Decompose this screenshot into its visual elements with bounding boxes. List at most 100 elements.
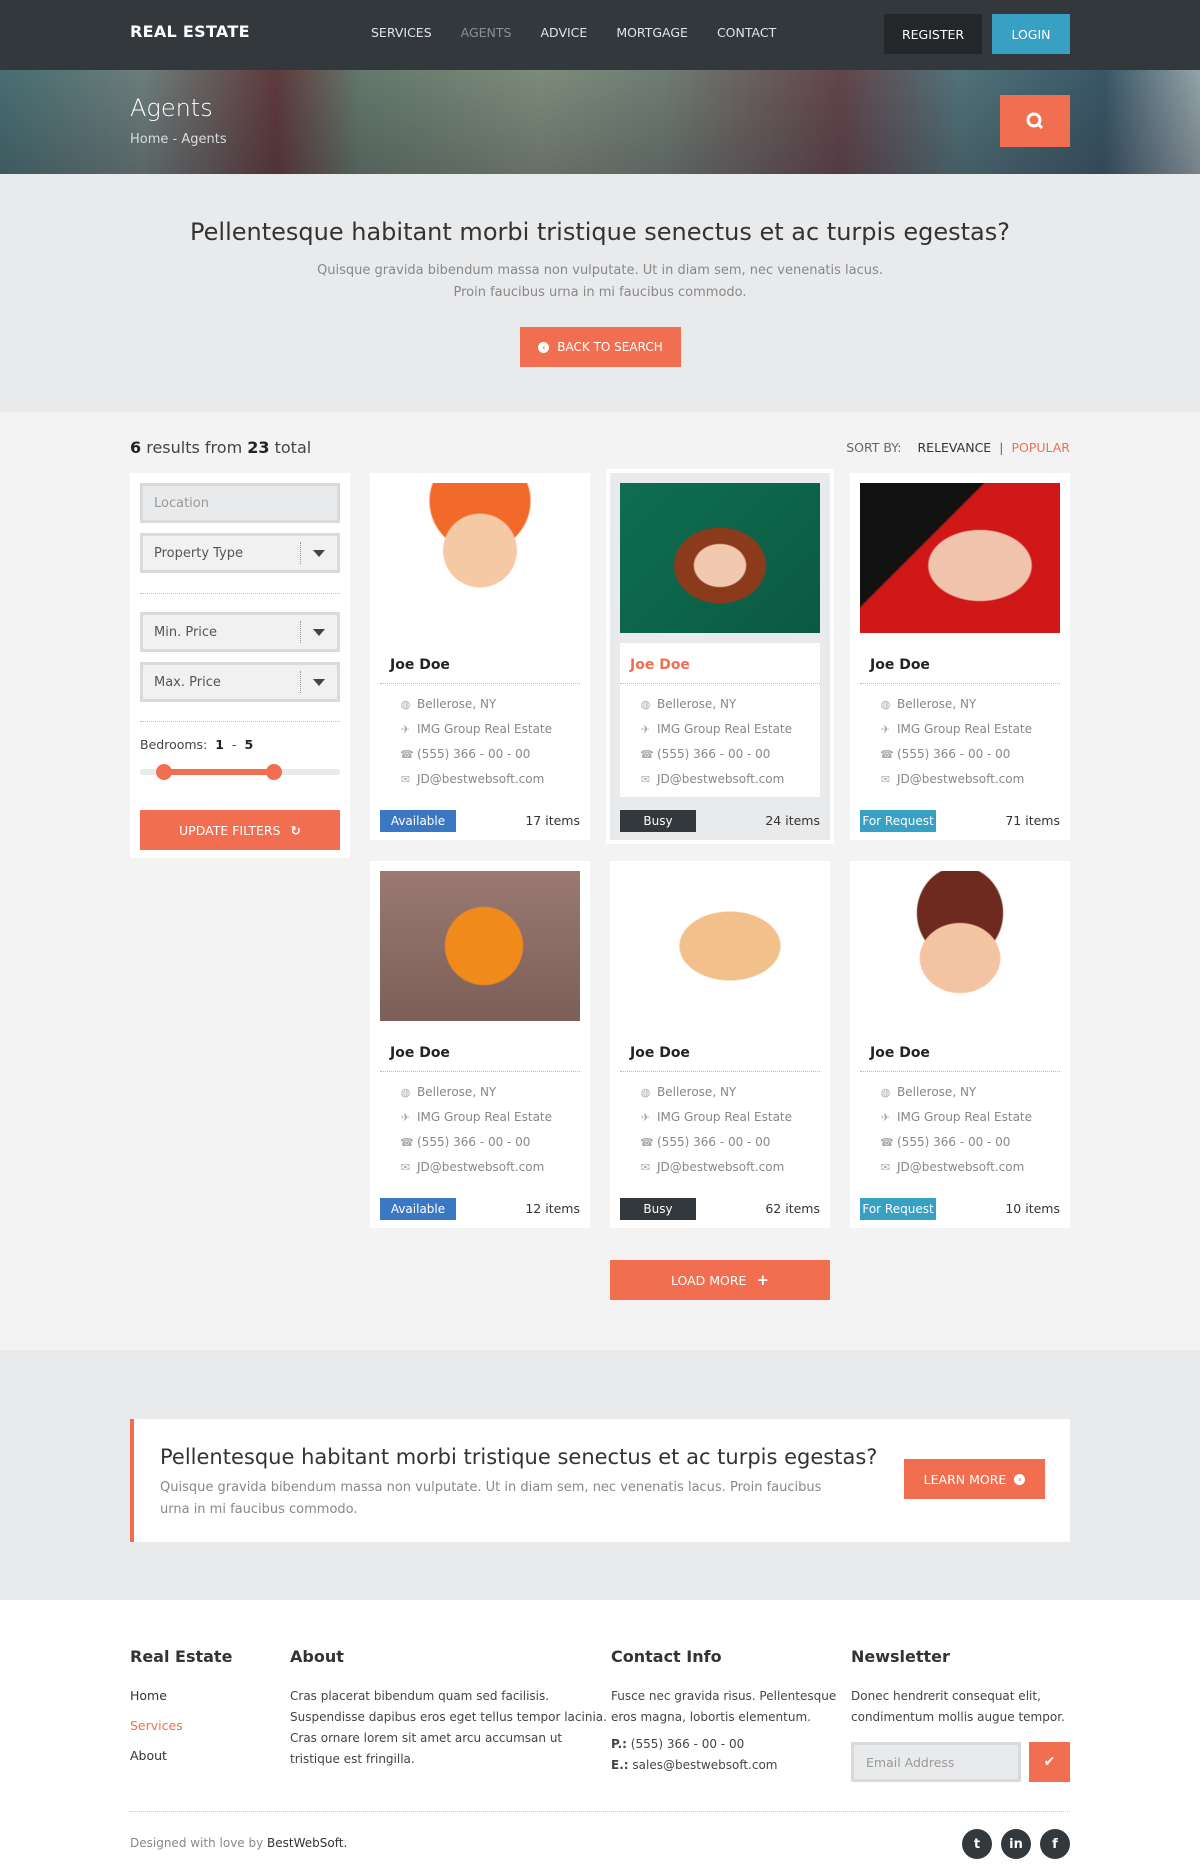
agent-company: ✈ IMG Group Real Estate [400, 722, 552, 736]
learn-more-button[interactable]: LEARN MORE › [904, 1459, 1045, 1499]
load-more-button[interactable]: LOAD MORE + [610, 1260, 830, 1300]
agent-location: ◍ Bellerose, NY [640, 1085, 737, 1099]
credit-prefix: Designed with love by [130, 1836, 264, 1850]
agent-email-text[interactable]: JD@bestwebsoft.com [417, 1160, 544, 1174]
nav-agents[interactable]: AGENTS [461, 25, 512, 40]
text-line: Cras ornare lorem sit amet arcu accumsan… [290, 1731, 563, 1745]
nav-mortgage[interactable]: MORTGAGE [616, 25, 688, 40]
nav-contact[interactable]: CONTACT [717, 25, 776, 40]
agent-phone: ☎ (555) 366 - 00 - 00 [880, 747, 1010, 761]
bedrooms-slider-min-handle[interactable] [156, 764, 172, 780]
agent-info: Joe Doe ◍ Bellerose, NY ✈ IMG Group Real E… [380, 1031, 580, 1185]
globe-icon: ◍ [880, 697, 891, 711]
agent-card[interactable]: Joe Doe ◍ Bellerose, NY ✈ IMG Group Real E… [610, 473, 830, 840]
agent-photo[interactable] [860, 483, 1060, 633]
agent-photo[interactable] [380, 483, 580, 633]
newsletter-submit-button[interactable]: ✔ [1029, 1742, 1070, 1782]
footer-link-about[interactable]: About [130, 1748, 167, 1763]
bedrooms-slider-range [164, 769, 274, 775]
agent-name[interactable]: Joe Doe [870, 1045, 930, 1061]
agent-photo[interactable] [380, 871, 580, 1021]
agent-card[interactable]: Joe Doe ◍ Bellerose, NY ✈ IMG Group Real E… [370, 861, 590, 1228]
footer-link-services[interactable]: Services [130, 1718, 183, 1733]
back-to-search-button[interactable]: ‹ BACK TO SEARCH [520, 327, 681, 367]
twitter-icon: t [973, 1836, 981, 1852]
agent-phone-text: (555) 366 - 00 - 00 [897, 747, 1011, 761]
breadcrumb[interactable]: Home - Agents [130, 132, 227, 147]
pin-icon: ✈ [880, 1110, 891, 1124]
agent-location: ◍ Bellerose, NY [400, 697, 497, 711]
agent-photo[interactable] [620, 483, 820, 633]
listing-count: 10 items [1005, 1201, 1060, 1216]
location-input[interactable]: Location [140, 483, 340, 523]
plus-icon: + [756, 1271, 770, 1289]
agent-email-text[interactable]: JD@bestwebsoft.com [657, 772, 784, 786]
agent-company-text: IMG Group Real Estate [897, 1110, 1033, 1124]
nav-services[interactable]: SERVICES [371, 25, 432, 40]
agent-company: ✈ IMG Group Real Estate [880, 722, 1032, 736]
email-value[interactable]: sales@bestwebsoft.com [632, 1758, 777, 1772]
agent-location: ◍ Bellerose, NY [400, 1085, 497, 1099]
register-button[interactable]: REGISTER [884, 14, 982, 54]
footer-link-home[interactable]: Home [130, 1688, 167, 1703]
agent-info: Joe Doe ◍ Bellerose, NY ✈ IMG Group Real E… [620, 643, 820, 797]
login-button[interactable]: LOGIN [992, 14, 1070, 54]
agent-company-text: IMG Group Real Estate [417, 722, 553, 736]
max-price-select[interactable]: Max. Price [140, 662, 340, 702]
nav-advice[interactable]: ADVICE [540, 25, 587, 40]
facebook-button[interactable]: f [1040, 1829, 1070, 1859]
sort-relevance[interactable]: RELEVANCE [917, 440, 991, 455]
twitter-button[interactable]: t [962, 1829, 992, 1859]
agent-email-text[interactable]: JD@bestwebsoft.com [657, 1160, 784, 1174]
site-logo[interactable]: REAL ESTATE [130, 22, 250, 41]
agent-phone-text: (555) 366 - 00 - 00 [897, 1135, 1011, 1149]
agent-email-text[interactable]: JD@bestwebsoft.com [897, 1160, 1024, 1174]
linkedin-button[interactable]: in [1001, 1829, 1031, 1859]
agent-location: ◍ Bellerose, NY [880, 697, 977, 711]
divider [860, 683, 1060, 684]
search-button[interactable] [1000, 95, 1070, 147]
chevron-left-circle-icon: ‹ [538, 341, 550, 353]
agent-name[interactable]: Joe Doe [870, 657, 930, 673]
agent-photo[interactable] [860, 871, 1060, 1021]
agent-card[interactable]: Joe Doe ◍ Bellerose, NY ✈ IMG Group Real E… [850, 473, 1070, 840]
linkedin-icon: in [1009, 1836, 1023, 1852]
bedrooms-min: 1 [215, 737, 224, 752]
agent-email-text[interactable]: JD@bestwebsoft.com [897, 772, 1024, 786]
cta-text: Quisque gravida bibendum massa non vulpu… [160, 1480, 822, 1517]
agent-company: ✈ IMG Group Real Estate [400, 1110, 552, 1124]
agent-location-text: Bellerose, NY [657, 1085, 737, 1099]
agent-name[interactable]: Joe Doe [630, 1045, 690, 1061]
caret-down-icon [313, 550, 325, 557]
agent-name[interactable]: Joe Doe [390, 657, 450, 673]
agent-card[interactable]: Joe Doe ◍ Bellerose, NY ✈ IMG Group Real E… [610, 861, 830, 1228]
agent-phone: ☎ (555) 366 - 00 - 00 [880, 1135, 1010, 1149]
divider [380, 1071, 580, 1072]
newsletter-email-input[interactable]: Email Address [851, 1742, 1021, 1782]
agent-card[interactable]: Joe Doe ◍ Bellerose, NY ✈ IMG Group Real E… [370, 473, 590, 840]
envelope-icon: ✉ [400, 1160, 411, 1174]
min-price-select[interactable]: Min. Price [140, 612, 340, 652]
listing-count: 71 items [1005, 813, 1060, 828]
agent-card[interactable]: Joe Doe ◍ Bellerose, NY ✈ IMG Group Real E… [850, 861, 1070, 1228]
agent-location: ◍ Bellerose, NY [880, 1085, 977, 1099]
property-type-select[interactable]: Property Type [140, 533, 340, 573]
update-filters-button[interactable]: UPDATE FILTERS ↻ [140, 810, 340, 850]
agent-email: ✉ JD@bestwebsoft.com [880, 772, 1024, 786]
listing-count: 24 items [765, 813, 820, 828]
footer-about-title: About [290, 1647, 344, 1666]
agent-photo[interactable] [620, 871, 820, 1021]
phone-icon: ☎ [640, 747, 654, 761]
credit-brand[interactable]: BestWebSoft. [267, 1836, 347, 1850]
agent-email-text[interactable]: JD@bestwebsoft.com [417, 772, 544, 786]
agent-email: ✉ JD@bestwebsoft.com [640, 772, 784, 786]
property-type-value: Property Type [154, 545, 244, 561]
email-label: E.: [611, 1758, 629, 1772]
cta-box: Pellentesque habitant morbi tristique se… [130, 1419, 1070, 1542]
agent-name[interactable]: Joe Doe [390, 1045, 450, 1061]
text-line: Fusce nec gravida risus. Pellentesque [611, 1689, 837, 1703]
bedrooms-slider-max-handle[interactable] [266, 764, 282, 780]
sort-popular[interactable]: POPULAR [1011, 440, 1070, 455]
main-nav: SERVICES AGENTS ADVICE MORTGAGE CONTACT [371, 25, 776, 40]
agent-name[interactable]: Joe Doe [630, 657, 690, 673]
